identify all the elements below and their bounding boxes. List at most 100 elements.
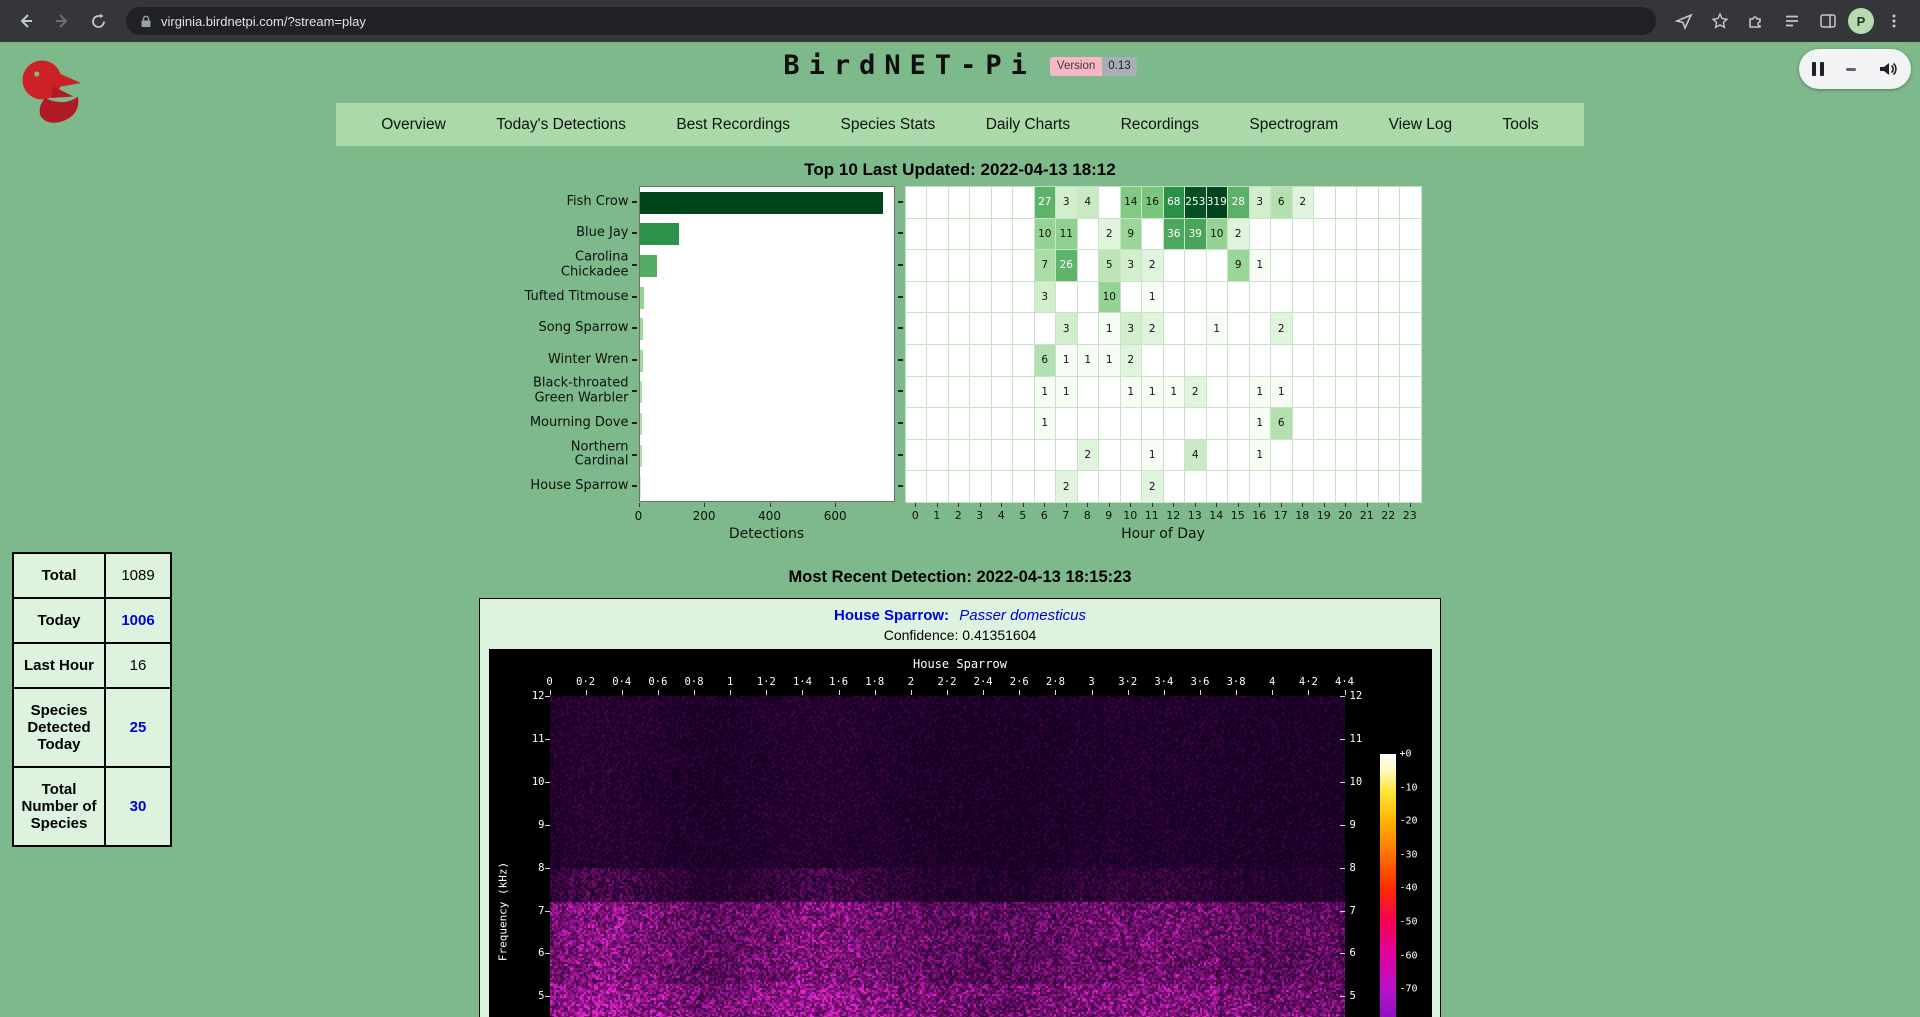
time-tick	[802, 690, 803, 695]
stats-value: 16	[105, 643, 171, 688]
heatmap-cell: 6	[1271, 408, 1293, 440]
hour-xtick-label: 6	[1041, 509, 1048, 522]
heatmap-cell	[927, 313, 949, 345]
time-tick-label: 0·6	[648, 676, 667, 688]
stats-value[interactable]: 25	[105, 688, 171, 767]
colorbar-tick-label: -40	[1400, 883, 1418, 894]
nav-item-overview[interactable]: Overview	[375, 112, 452, 138]
heatmap-cell: 3	[1035, 282, 1057, 314]
heatmap-cell	[1250, 313, 1272, 345]
nav-item-daily-charts[interactable]: Daily Charts	[980, 112, 1076, 138]
share-icon[interactable]	[1668, 5, 1700, 37]
address-bar[interactable]: virginia.birdnetpi.com/?stream=play	[126, 7, 1656, 35]
page-header: BirdNET-Pi Version 0.13	[0, 42, 1920, 81]
heatmap-cell	[1336, 282, 1358, 314]
bookmark-star-icon[interactable]	[1704, 5, 1736, 37]
freq-tick-right	[1340, 911, 1345, 912]
freq-tick-right	[1340, 868, 1345, 869]
heatmap-cell: 1	[1250, 440, 1272, 472]
detections-bar-panel	[639, 186, 895, 502]
heatmap-cell	[1035, 440, 1057, 472]
hour-xtick	[1044, 503, 1045, 507]
heatmap-cell: 1	[1250, 377, 1272, 409]
heatmap-cell	[1314, 250, 1336, 282]
colorbar-tick-label: -30	[1400, 849, 1418, 860]
time-tick-label: 1	[727, 676, 733, 688]
heatmap-cell	[927, 377, 949, 409]
menu-dots-icon[interactable]	[1878, 5, 1910, 37]
time-tick-label: 4·4	[1335, 676, 1354, 688]
heatmap-cell	[1336, 219, 1358, 251]
heatmap-cell	[1078, 282, 1100, 314]
volume-icon[interactable]	[1878, 60, 1898, 78]
heatmap-cell	[992, 187, 1014, 219]
time-tick-label: 3	[1088, 676, 1094, 688]
extensions-puzzle-icon[interactable]	[1740, 5, 1772, 37]
refresh-icon[interactable]	[82, 5, 114, 37]
heatmap-cell	[1293, 377, 1315, 409]
time-tick-label: 3·6	[1190, 676, 1209, 688]
heatmap-cell	[1078, 408, 1100, 440]
heatmap-cell	[1013, 345, 1035, 377]
hour-xtick	[1023, 503, 1024, 507]
detection-scientific-name: Passer domesticus	[959, 607, 1086, 624]
hour-heatmap-panel: 2734141668253319283621011293639102726532…	[905, 186, 1422, 502]
heatmap-cell	[1336, 313, 1358, 345]
heatmap-cell	[992, 440, 1014, 472]
heatmap-cell	[949, 345, 971, 377]
time-tick-label: 4	[1269, 676, 1275, 688]
nav-item-tools[interactable]: Tools	[1497, 112, 1545, 138]
heatmap-cell: 5	[1099, 250, 1121, 282]
heatmap-cell	[1271, 250, 1293, 282]
heatmap-cell: 10	[1207, 219, 1229, 251]
browser-toolbar: virginia.birdnetpi.com/?stream=play P	[0, 0, 1920, 42]
heatmap-cell	[1056, 440, 1078, 472]
spectrogram-title: House Sparrow	[489, 657, 1432, 671]
nav-item-spectrogram[interactable]: Spectrogram	[1243, 112, 1344, 138]
heatmap-cell	[1207, 471, 1229, 503]
heatmap-cell	[1185, 471, 1207, 503]
nav-item-species-stats[interactable]: Species Stats	[834, 112, 941, 138]
stats-value[interactable]: 30	[105, 767, 171, 846]
nav-item-view-log[interactable]: View Log	[1383, 112, 1458, 138]
heatmap-cell	[906, 440, 928, 472]
heatmap-cell	[1142, 219, 1164, 251]
heatmap-cell	[1357, 440, 1379, 472]
heatmap-cell: 2	[1142, 313, 1164, 345]
heatmap-cell: 14	[1121, 187, 1143, 219]
nav-item-best-recordings[interactable]: Best Recordings	[670, 112, 796, 138]
nav-item-today-s-detections[interactable]: Today's Detections	[490, 112, 632, 138]
forward-icon[interactable]	[46, 5, 78, 37]
heatmap-cell	[1400, 282, 1422, 314]
heatmap-cell	[992, 408, 1014, 440]
spectrogram-colorbar	[1380, 754, 1396, 1017]
heatmap-cell	[1271, 282, 1293, 314]
bar-xtick	[704, 503, 705, 507]
colorbar-tick-label: -10	[1400, 782, 1418, 793]
freq-tick-label-left: 10	[523, 776, 545, 788]
freq-tick-left	[545, 868, 550, 869]
back-icon[interactable]	[10, 5, 42, 37]
hour-xtick-label: 19	[1317, 509, 1331, 522]
heatmap-cell	[1099, 440, 1121, 472]
side-panel-icon[interactable]	[1812, 5, 1844, 37]
heatmap-cell	[927, 345, 949, 377]
nav-item-recordings[interactable]: Recordings	[1115, 112, 1205, 138]
stats-row: Today1006	[13, 598, 171, 643]
hour-xtick	[980, 503, 981, 507]
heatmap-cell	[992, 377, 1014, 409]
heatmap-cell	[970, 440, 992, 472]
detection-common-name-link[interactable]: House Sparrow:	[834, 607, 949, 624]
heatmap-cell	[1164, 282, 1186, 314]
heatmap-cell: 1	[1056, 345, 1078, 377]
heatmap-cell	[1400, 219, 1422, 251]
heatmap-cell	[1207, 408, 1229, 440]
heat-ytick	[898, 232, 903, 234]
pause-icon[interactable]	[1812, 62, 1824, 76]
heatmap-cell: 1	[1142, 377, 1164, 409]
profile-avatar[interactable]: P	[1848, 8, 1874, 34]
heatmap-cell	[1400, 377, 1422, 409]
heatmap-cell	[1357, 313, 1379, 345]
stats-value[interactable]: 1006	[105, 598, 171, 643]
reading-list-icon[interactable]	[1776, 5, 1808, 37]
